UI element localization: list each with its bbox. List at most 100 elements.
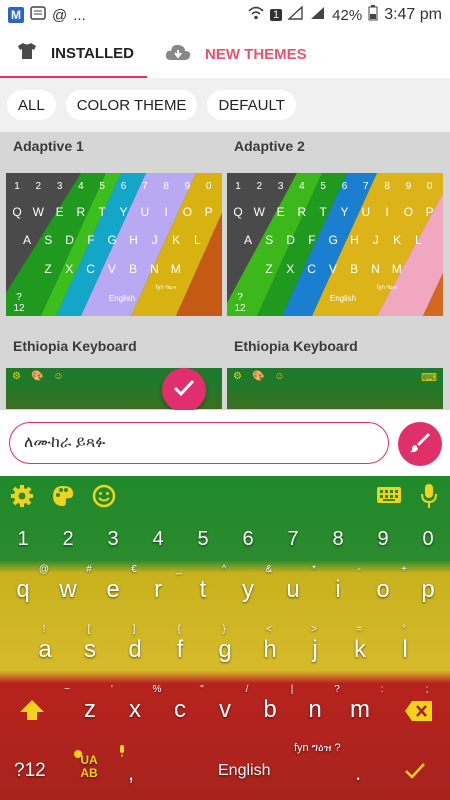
mini-symbols-key: ?12 (13, 292, 25, 314)
test-text-input[interactable]: ለሙከራ ይጻፉ (9, 422, 389, 464)
mini-key-1: 1 (14, 181, 20, 192)
customize-brush-button[interactable] (398, 422, 442, 466)
keyboard-icon[interactable] (376, 486, 402, 509)
comma-key[interactable]: , (128, 760, 134, 786)
battery-percent: 42% (332, 6, 363, 24)
mini-key-Z: Z (265, 262, 273, 276)
filter-default-chip[interactable]: DEFAULT (207, 90, 296, 120)
microphone-icon[interactable] (420, 483, 438, 514)
theme-thumbnail-adaptive-1[interactable]: 1 2 3 4 5 6 7 8 9 0 Q W E R T Y U I O P A S D F G H J K L Z X C V B N M ?12 E… (6, 173, 222, 316)
mini-key-V: V (328, 262, 337, 276)
brush-icon (408, 430, 432, 459)
clock: 3:47 pm (384, 6, 442, 23)
emoji-icon[interactable] (92, 484, 116, 513)
selected-check-button[interactable] (162, 368, 206, 412)
settings-gear-icon[interactable] (10, 484, 34, 513)
filter-all-chip[interactable]: ALL (7, 90, 56, 120)
key-p[interactable]: p (413, 576, 443, 604)
row1-hint: = (356, 624, 362, 635)
key-w[interactable]: w (53, 576, 83, 604)
key-y[interactable]: y (233, 576, 263, 604)
tab-installed[interactable]: INSTALLED (0, 30, 147, 78)
key-n[interactable]: n (300, 696, 330, 724)
key-m[interactable]: m (345, 696, 375, 724)
mini-fyn-hint: fyn ግዕዝ (376, 285, 398, 291)
mini-key-S: S (44, 233, 53, 247)
theme-thumbnail-adaptive-2[interactable]: 1 2 3 4 5 6 7 8 9 0 Q W E R T Y U I O P A S D F G H J K L Z X C V B N M ?12 E… (227, 173, 443, 316)
mini-palette-icon-2: 🎨 (251, 371, 265, 382)
key-o[interactable]: o (368, 576, 398, 604)
mini-key-C: C (86, 262, 95, 276)
key-d[interactable]: d (120, 636, 150, 664)
key-0[interactable]: 0 (413, 528, 443, 551)
row1-hint: ] (132, 624, 136, 635)
key-f[interactable]: f (165, 636, 195, 664)
keyboard: ?12 UA AB , English fyn ግዕዝ ? . 12345678… (0, 476, 450, 800)
number-hint: - (357, 564, 361, 575)
backspace-key[interactable] (404, 700, 434, 727)
mini-key-P: P (425, 205, 434, 219)
mini-key-N: N (150, 262, 159, 276)
key-u[interactable]: u (278, 576, 308, 604)
mini-key-W: W (32, 205, 44, 219)
key-9[interactable]: 9 (368, 528, 398, 551)
key-4[interactable]: 4 (143, 528, 173, 551)
mini-key-P: P (204, 205, 213, 219)
mini-key-V: V (107, 262, 116, 276)
key-3[interactable]: 3 (98, 528, 128, 551)
mini-key-C: C (307, 262, 316, 276)
key-c[interactable]: c (165, 696, 195, 724)
filter-color-theme-chip[interactable]: COLOR THEME (65, 90, 198, 120)
key-r[interactable]: r (143, 576, 173, 604)
theme-thumbnail-ethiopia-2[interactable]: ⚙ 🎨 ☺ ⌨ (227, 368, 443, 409)
mini-key-W: W (253, 205, 265, 219)
key-5[interactable]: 5 (188, 528, 218, 551)
mini-key-7: 7 (363, 181, 369, 192)
sim-badge: 1 (270, 9, 283, 21)
key-t[interactable]: t (188, 576, 218, 604)
space-key[interactable]: English (218, 762, 270, 780)
symbols-key[interactable]: ?12 (14, 760, 46, 782)
key-1[interactable]: 1 (8, 528, 38, 551)
key-v[interactable]: v (210, 696, 240, 724)
mini-space-key: English (329, 294, 357, 303)
key-a[interactable]: a (30, 636, 60, 664)
number-hint: & (265, 564, 273, 575)
mini-key-O: O (182, 205, 193, 219)
microphone-small-icon (118, 744, 126, 762)
key-7[interactable]: 7 (278, 528, 308, 551)
key-s[interactable]: s (75, 636, 105, 664)
mini-emoji-icon-2: ☺ (274, 371, 285, 382)
input-area: ለሙከራ ይጻፉ (0, 410, 450, 476)
key-q[interactable]: q (8, 576, 38, 604)
tab-new-themes[interactable]: NEW THEMES (147, 30, 307, 78)
key-g[interactable]: g (210, 636, 240, 664)
key-2[interactable]: 2 (53, 528, 83, 551)
key-l[interactable]: l (390, 636, 420, 664)
palette-icon[interactable] (51, 484, 75, 513)
key-e[interactable]: e (98, 576, 128, 604)
language-switch-key[interactable]: UA AB (77, 754, 101, 780)
mini-key-5: 5 (99, 181, 105, 192)
key-h[interactable]: h (255, 636, 285, 664)
key-k[interactable]: k (345, 636, 375, 664)
key-j[interactable]: j (300, 636, 330, 664)
key-b[interactable]: b (255, 696, 285, 724)
key-i[interactable]: i (323, 576, 353, 604)
mini-key-T: T (319, 205, 327, 219)
key-8[interactable]: 8 (323, 528, 353, 551)
shift-key[interactable] (18, 698, 46, 727)
row2-hint: % (152, 684, 162, 695)
key-x[interactable]: x (120, 696, 150, 724)
mini-key-5: 5 (320, 181, 326, 192)
key-6[interactable]: 6 (233, 528, 263, 551)
mini-key-8: 8 (384, 181, 390, 192)
mini-key-J: J (372, 233, 379, 247)
period-key[interactable]: . (355, 760, 361, 786)
key-z[interactable]: z (75, 696, 105, 724)
number-hint: € (131, 564, 137, 575)
enter-check-icon[interactable] (404, 762, 426, 785)
mini-key-K: K (172, 233, 181, 247)
theme-title-ethiopia-1: Ethiopia Keyboard (13, 338, 137, 354)
mini-key-I: I (385, 205, 389, 219)
